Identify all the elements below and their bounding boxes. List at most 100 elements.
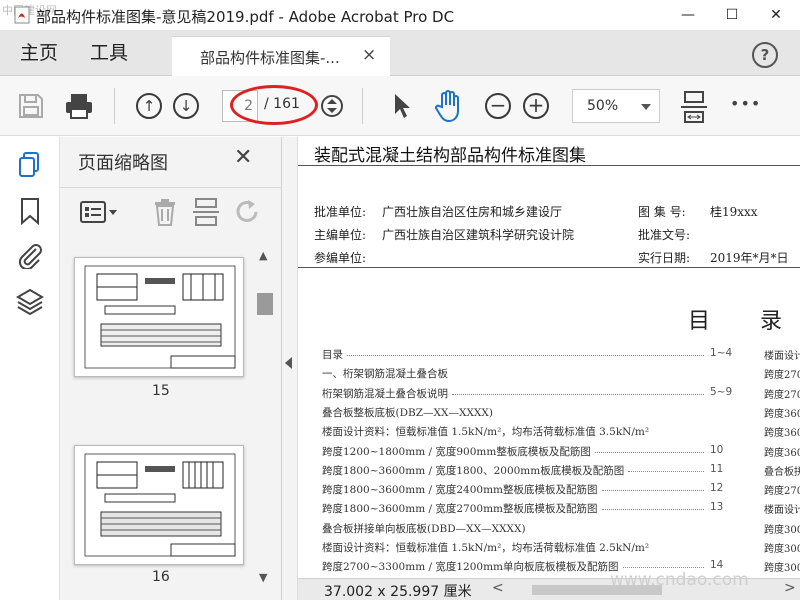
meta-value: 广西壮族自治区住房和城乡建设厅 bbox=[382, 205, 563, 219]
toc-row[interactable]: 一、桁架钢筋混凝土叠合板 bbox=[322, 364, 700, 382]
scroll-left-icon[interactable]: < bbox=[492, 580, 504, 596]
more-icon[interactable]: ••• bbox=[730, 94, 761, 113]
tab-tools[interactable]: 工具 bbox=[90, 30, 128, 76]
scroll-right-icon[interactable]: > bbox=[784, 580, 796, 596]
toc-row[interactable]: 跨度1800~3600mm / 宽度2700mm整板底模板及配筋图 13 bbox=[322, 499, 723, 517]
zoom-dropdown[interactable]: 50% bbox=[572, 89, 660, 123]
toc-entry-text: 楼面设计资料：恒载标准值 1.5kN/m²，均布活荷载标准值 2.5kN/m² bbox=[322, 542, 650, 554]
page-thumbnails-icon[interactable] bbox=[18, 151, 42, 179]
tab-home[interactable]: 主页 bbox=[20, 30, 58, 76]
toc-entry-text: 跨度2700~3300mm / 宽度1200mm单向板底板模板及配筋图 bbox=[322, 561, 619, 574]
toc-row[interactable]: 目录 1~4 bbox=[322, 345, 732, 363]
toc-leader-dots bbox=[452, 393, 704, 395]
scroll-down-icon[interactable]: ▼ bbox=[259, 571, 267, 584]
page-dimensions: 37.002 x 25.997 厘米 bbox=[324, 584, 472, 600]
toc-row[interactable]: 桁架钢筋混凝土叠合板说明 5~9 bbox=[322, 384, 732, 402]
toc-row[interactable]: 楼面设计资料：恒载标准值 1.5kN/m²，均布活荷载标准值 2.5kN/m² bbox=[322, 538, 700, 556]
hand-tool-icon[interactable] bbox=[434, 89, 464, 123]
toc-entry-text: 跨度1200~1800mm / 宽度900mm整板底模板及配筋图 bbox=[322, 445, 591, 458]
toc-right-entry: 跨度360 bbox=[764, 408, 800, 420]
toc-row[interactable]: 叠合板拼接单向板底板(DBD—XX—XXXX) bbox=[322, 519, 700, 537]
collapse-arrow-icon bbox=[285, 357, 292, 369]
toc-entry-page: 10 bbox=[710, 443, 724, 456]
attachments-icon[interactable] bbox=[16, 241, 44, 269]
toc-entry-page: 1~4 bbox=[710, 347, 733, 359]
toc-row[interactable]: 叠合板整板底板(DBZ—XX—XXXX) bbox=[322, 403, 700, 421]
thumbnail-number: 15 bbox=[152, 383, 170, 399]
toc-right-entry: 跨度270 bbox=[764, 370, 800, 382]
layers-icon[interactable] bbox=[16, 287, 44, 315]
meta-label: 参编单位: bbox=[314, 251, 367, 265]
toc-entry-text: 叠合板整板底板(DBZ—XX—XXXX) bbox=[322, 406, 493, 419]
toc-leader-dots bbox=[628, 470, 704, 472]
next-page-icon[interactable]: ↓ bbox=[173, 93, 199, 119]
toc-entry-page: 12 bbox=[710, 482, 724, 495]
zoom-in-icon[interactable]: + bbox=[523, 93, 549, 119]
toc-right-entry: 跨度300 bbox=[764, 563, 800, 575]
meta-value: 桂19xxx bbox=[710, 205, 758, 219]
thumbnail-number: 16 bbox=[152, 569, 170, 585]
toc-heading-1: 目 bbox=[688, 309, 711, 334]
toc-entry-text: 桁架钢筋混凝土叠合板说明 bbox=[322, 387, 448, 400]
zoom-out-icon[interactable]: − bbox=[485, 93, 511, 119]
rotate-icon[interactable] bbox=[232, 197, 262, 227]
toc-row[interactable]: 跨度1800~3600mm / 宽度2400mm整板底模板及配筋图 12 bbox=[322, 480, 723, 498]
select-arrow-icon[interactable] bbox=[392, 92, 414, 120]
help-button[interactable]: ? bbox=[752, 42, 778, 68]
toc-row[interactable]: 跨度1200~1800mm / 宽度900mm整板底模板及配筋图 10 bbox=[322, 442, 723, 460]
fit-page-icon[interactable] bbox=[680, 90, 708, 124]
insert-pages-icon[interactable] bbox=[192, 197, 220, 227]
toc-leader-dots bbox=[602, 509, 704, 511]
toc-row[interactable]: 跨度1800~3600mm / 宽度1800、2000mm板底模板及配筋图 11 bbox=[322, 461, 723, 479]
meta-label: 批准单位: bbox=[314, 205, 367, 219]
scroll-up-icon[interactable]: ▲ bbox=[259, 249, 267, 262]
thumbnail-page-15[interactable] bbox=[74, 257, 244, 377]
prev-page-icon[interactable]: ↑ bbox=[136, 93, 162, 119]
toc-row[interactable]: 楼面设计资料：恒载标准值 1.5kN/m²，均布活荷载标准值 3.5kN/m² bbox=[322, 422, 700, 440]
red-annotation-ellipse bbox=[230, 85, 318, 125]
toc-right-entry: 跨度360 bbox=[764, 428, 800, 440]
minimize-button[interactable]: — bbox=[666, 2, 710, 28]
toc-right-entry: 跨度270 bbox=[764, 389, 800, 401]
toc-entry-page: 5~9 bbox=[710, 385, 733, 398]
meta-label: 图 集 号: bbox=[638, 205, 686, 219]
left-icon-strip bbox=[0, 137, 60, 600]
close-tab-button[interactable]: × bbox=[362, 45, 376, 65]
document-page: 装配式混凝土结构部品构件标准图集 批准单位: 广西壮族自治区住房和城乡建设厅 主… bbox=[298, 137, 800, 578]
toc-leader-dots bbox=[595, 451, 704, 453]
window-title: 部品构件标准图集-意见稿2019.pdf - Adobe Acrobat Pro… bbox=[36, 8, 455, 26]
toc-entry-text: 楼面设计资料：恒载标准值 1.5kN/m²，均布活荷载标准值 3.5kN/m² bbox=[322, 426, 650, 439]
pane-title: 页面缩略图 bbox=[78, 153, 168, 174]
meta-rule bbox=[298, 267, 800, 268]
toc-right-entry: 跨度360 bbox=[764, 447, 800, 459]
document-title: 装配式混凝土结构部品构件标准图集 bbox=[314, 146, 586, 166]
toc-heading-2: 录 bbox=[760, 309, 783, 334]
title-rule bbox=[298, 165, 800, 166]
pane-collapse-handle[interactable] bbox=[282, 137, 298, 600]
page-stepper-icon[interactable] bbox=[320, 94, 344, 118]
thumbnail-drawing bbox=[84, 453, 236, 557]
scrollbar-thumb[interactable] bbox=[257, 293, 273, 315]
save-icon[interactable] bbox=[18, 93, 44, 119]
print-icon[interactable] bbox=[64, 92, 94, 120]
tab-document[interactable]: 部品构件标准图集-... × bbox=[172, 36, 390, 76]
meta-value: 广西壮族自治区建筑科学研究设计院 bbox=[382, 228, 575, 242]
toc-entry-text: 叠合板拼接单向板底板(DBD—XX—XXXX) bbox=[322, 522, 526, 535]
meta-label: 批准文号: bbox=[638, 228, 691, 242]
pane-divider bbox=[60, 187, 282, 188]
toc-entry-page: 11 bbox=[710, 462, 724, 475]
toc-right-entry: 跨度300 bbox=[764, 544, 800, 555]
thumbnail-scrollbar[interactable]: ▲ ▼ bbox=[256, 249, 273, 589]
close-pane-button[interactable]: ✕ bbox=[234, 145, 252, 170]
thumbnail-options-icon[interactable] bbox=[80, 201, 120, 223]
bookmarks-icon[interactable] bbox=[20, 197, 40, 225]
chevron-down-icon bbox=[641, 104, 651, 110]
maximize-button[interactable]: ☐ bbox=[710, 2, 754, 28]
toolbar-separator bbox=[362, 88, 363, 124]
delete-pages-icon[interactable] bbox=[152, 197, 178, 227]
close-window-button[interactable]: ✕ bbox=[754, 2, 798, 28]
title-bar: 中国建设网 部品构件标准图集-意见稿2019.pdf - Adobe Acrob… bbox=[0, 0, 800, 30]
thumbnail-page-16[interactable] bbox=[74, 445, 244, 565]
thumbnail-drawing bbox=[84, 265, 236, 369]
toc-entry-text: 跨度1800~3600mm / 宽度2400mm整板底模板及配筋图 bbox=[322, 484, 598, 497]
